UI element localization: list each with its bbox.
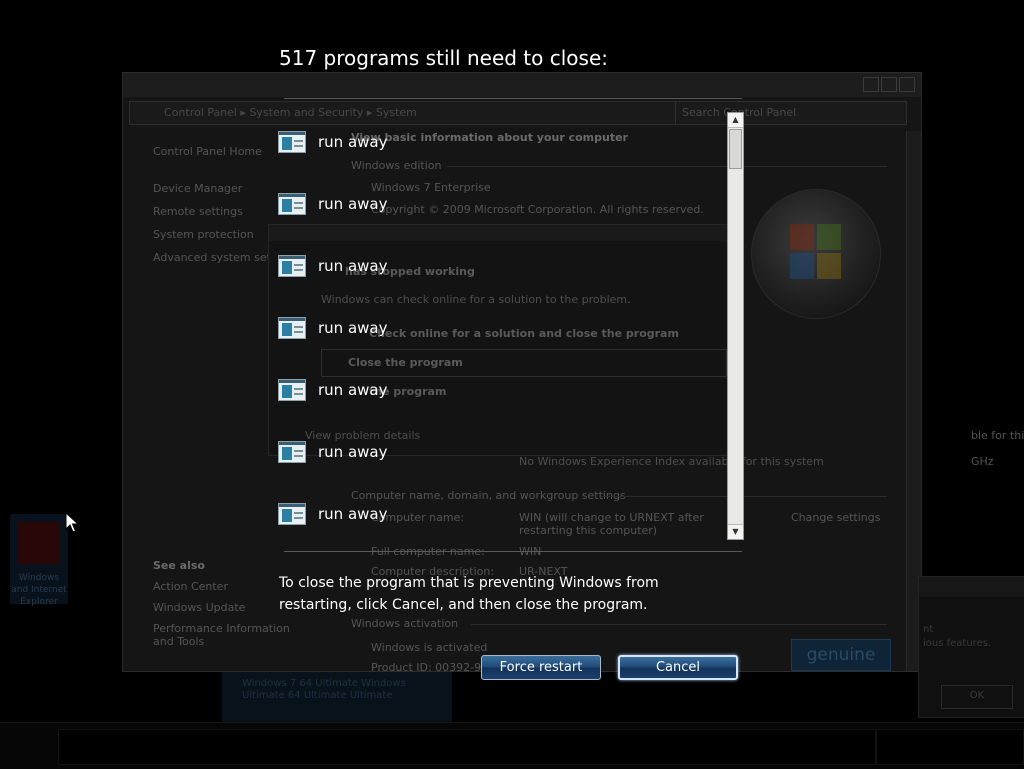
banner-text: Windows 7 64 Ultimate Windows Ultimate 6… (242, 678, 406, 702)
background-banner: Windows 7 64 Ultimate Windows Ultimate 6… (222, 672, 452, 722)
instruction-message: To close the program that is preventing … (279, 575, 659, 613)
popup-ok-button: OK (941, 685, 1013, 709)
cancel-button[interactable]: Cancel (618, 655, 738, 680)
program-name: run away (318, 443, 388, 461)
force-restart-button[interactable]: Force restart (481, 655, 601, 680)
programs-list-scrollbar[interactable]: ▲ ▼ (727, 112, 744, 540)
popup-text-line: ious features. (923, 638, 992, 649)
bottom-divider (284, 551, 742, 552)
processor-value: GHz (971, 455, 994, 468)
scroll-thumb[interactable] (729, 129, 742, 169)
application-window-icon (278, 193, 306, 215)
popup-text-line: nt (923, 624, 934, 635)
list-item[interactable]: run away (278, 375, 387, 405)
blocking-programs-list[interactable]: run away run away run away run away run … (278, 112, 724, 540)
popup-ok-label: OK (969, 690, 985, 701)
window-titlebar (123, 73, 921, 97)
application-window-icon (278, 317, 306, 339)
application-window-icon (278, 503, 306, 525)
popup-text: nt ious features. (923, 623, 991, 651)
windows-logo (751, 189, 881, 319)
window-controls (863, 77, 915, 92)
top-divider (284, 98, 742, 99)
shortcut-icon (18, 522, 60, 564)
windows-flag-icon (790, 224, 842, 280)
programs-remaining-heading: 517 programs still need to close: (279, 46, 608, 70)
list-item[interactable]: run away (278, 189, 387, 219)
activation-header: Windows activation (351, 617, 459, 630)
list-item[interactable]: run away (278, 313, 387, 343)
program-name: run away (318, 505, 388, 523)
application-window-icon (278, 441, 306, 463)
taskbar (0, 722, 1024, 769)
application-window-icon (278, 131, 306, 153)
background-popup: nt ious features. OK (918, 576, 1024, 718)
change-settings-link: Change settings (791, 511, 881, 524)
desktop-shortcut: Windows and Internet Explorer (10, 514, 68, 607)
see-also-performance: Performance Information and Tools (153, 622, 290, 648)
close-icon (899, 77, 915, 92)
minimize-icon (863, 77, 879, 92)
banner-text-line: Windows 7 64 Ultimate Windows (242, 678, 406, 689)
application-window-icon (278, 255, 306, 277)
program-name: run away (318, 381, 388, 399)
maximize-icon (881, 77, 897, 92)
scroll-up-arrow-icon[interactable]: ▲ (728, 113, 743, 128)
program-name: run away (318, 257, 388, 275)
activation-status: Windows is activated (371, 641, 488, 654)
application-window-icon (278, 379, 306, 401)
program-name: run away (318, 195, 388, 213)
list-item[interactable]: run away (278, 437, 387, 467)
mouse-pointer-icon (65, 512, 79, 533)
shortcut-label: Windows and Internet Explorer (11, 573, 67, 607)
list-item[interactable]: run away (278, 127, 387, 157)
list-item[interactable]: run away (278, 251, 387, 281)
see-also-heading: See also (153, 559, 205, 572)
genuine-badge: genuine (791, 639, 891, 671)
scroll-down-arrow-icon[interactable]: ▼ (728, 524, 743, 539)
pen-note: ble for this Display (971, 429, 1024, 442)
banner-text-line: Ultimate 64 Ultimate Ultimate (242, 690, 393, 701)
list-item[interactable]: run away (278, 499, 387, 529)
program-name: run away (318, 319, 388, 337)
program-name: run away (318, 133, 388, 151)
